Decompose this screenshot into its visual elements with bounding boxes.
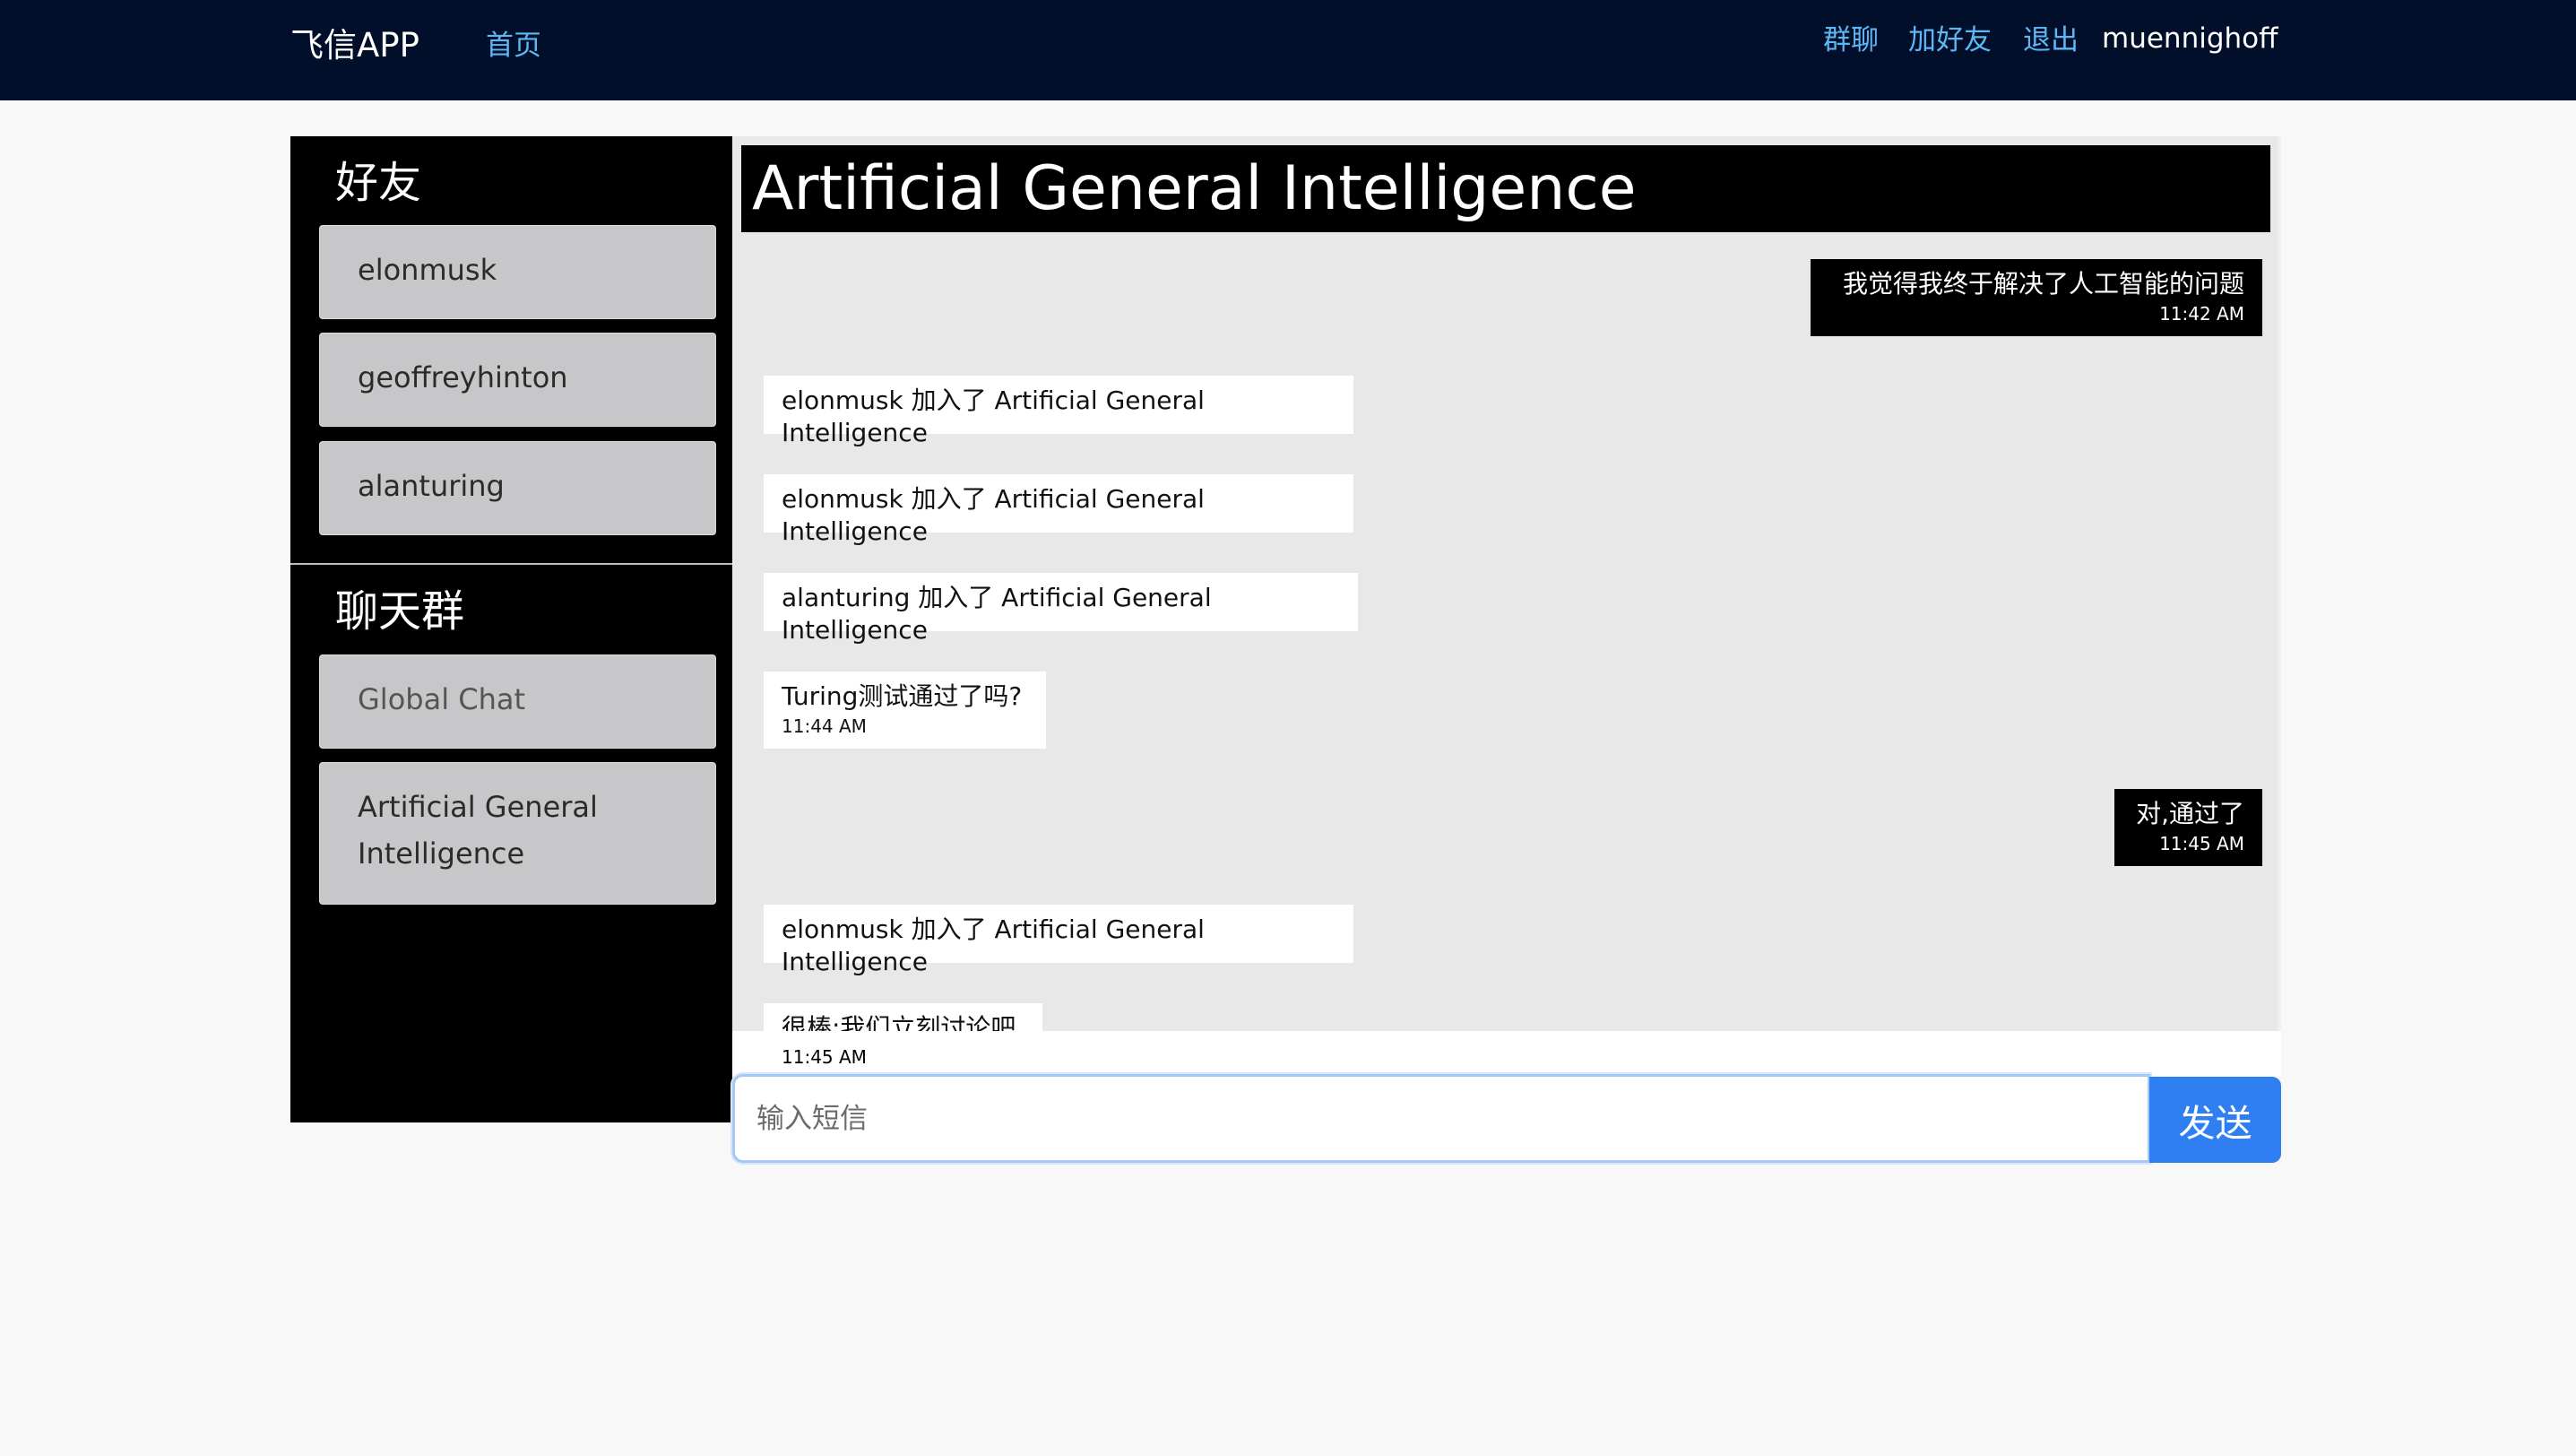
chat-title: Artificial General Intelligence <box>741 145 2270 232</box>
current-username: muennighoff <box>2102 22 2278 55</box>
message-outgoing: 我觉得我终于解决了人工智能的问题 11:42 AM <box>1811 259 2262 336</box>
system-message: alanturing 加入了 Artificial General Intell… <box>764 573 1358 645</box>
message-list-bottom: 11:45 AM <box>732 1031 2281 1076</box>
friend-item-alanturing[interactable]: alanturing <box>319 441 716 535</box>
friends-heading: 好友 <box>335 158 422 208</box>
group-item-agi[interactable]: Artificial General Intelligence <box>319 762 716 905</box>
send-button[interactable]: 发送 <box>2149 1077 2281 1163</box>
groups-heading: 聊天群 <box>335 586 465 637</box>
system-message: elonmusk 加入了 Artificial General Intellig… <box>764 376 1353 447</box>
message-text: Turing测试通过了吗? <box>782 681 1023 711</box>
friend-item-elonmusk[interactable]: elonmusk <box>319 225 716 319</box>
group-item-global-chat[interactable]: Global Chat <box>319 654 716 749</box>
message-time-clipped: 11:45 AM <box>764 1031 1042 1071</box>
message-time: 11:45 AM <box>2159 833 2244 854</box>
sidebar-divider <box>290 563 732 565</box>
message-input[interactable] <box>732 1074 2150 1163</box>
nav-group-chat-link[interactable]: 群聊 <box>1823 16 1879 65</box>
message-time: 11:42 AM <box>2159 303 2244 325</box>
system-message: elonmusk 加入了 Artificial General Intellig… <box>764 474 1353 546</box>
app-brand[interactable]: 飞信APP <box>290 22 419 70</box>
system-message: elonmusk 加入了 Artificial General Intellig… <box>764 905 1353 976</box>
top-navbar: 飞信APP 首页 群聊 加好友 退出 muennighoff <box>0 0 2576 100</box>
nav-home-link[interactable]: 首页 <box>486 22 541 70</box>
message-time: 11:44 AM <box>782 715 867 737</box>
message-outgoing: 对,通过了 11:45 AM <box>2114 789 2262 866</box>
sidebar: 好友 elonmusk geoffreyhinton alanturing 聊天… <box>290 136 732 1122</box>
message-text: 我觉得我终于解决了人工智能的问题 <box>1842 269 2244 299</box>
message-incoming: Turing测试通过了吗? 11:44 AM <box>764 672 1046 749</box>
message-text: 对,通过了 <box>2136 799 2244 828</box>
friend-item-geoffreyhinton[interactable]: geoffreyhinton <box>319 333 716 427</box>
chat-panel: Artificial General Intelligence 我觉得我终于解决… <box>732 136 2281 1036</box>
nav-add-friend-link[interactable]: 加好友 <box>1908 16 1992 65</box>
nav-logout-link[interactable]: 退出 <box>2023 16 2079 65</box>
